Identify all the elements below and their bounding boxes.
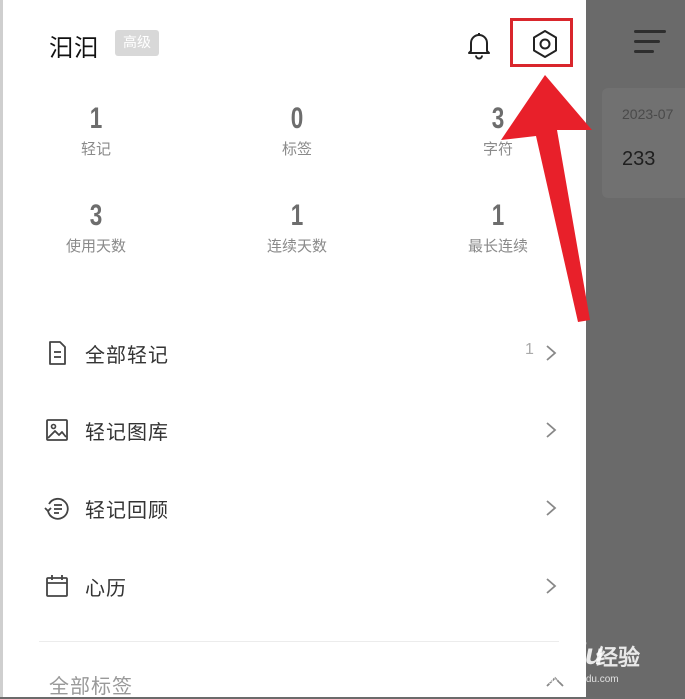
chevron-right-icon	[543, 339, 559, 367]
chevron-right-icon	[543, 494, 559, 522]
stat-tags: 0 标签	[237, 102, 357, 159]
menu-item-label: 心历	[85, 576, 127, 600]
stat-longest-streak: 1 最长连续	[438, 199, 558, 256]
stat-label: 标签	[281, 140, 312, 158]
stat-label: 最长连续	[467, 237, 528, 255]
note-date: 2023-07	[622, 106, 674, 122]
calendar-icon	[43, 572, 71, 600]
tags-section-title[interactable]: 全部标签	[49, 670, 133, 699]
stat-value: 3	[89, 199, 103, 232]
menu-item-calendar[interactable]: 心历	[39, 558, 569, 614]
divider	[39, 641, 559, 642]
stat-label: 连续天数	[266, 237, 327, 255]
menu-item-label: 轻记图库	[85, 420, 169, 444]
chevron-right-icon	[543, 416, 559, 444]
menu-item-count: 1	[525, 341, 534, 358]
stat-value: 3	[491, 102, 505, 135]
menu-item-all-notes[interactable]: 全部轻记 1	[39, 325, 569, 381]
hamburger-menu-icon[interactable]	[634, 24, 668, 58]
stat-label: 轻记	[80, 140, 111, 158]
stat-streak-days: 1 连续天数	[237, 199, 357, 256]
baidu-watermark: Baidu 经验 jingyan.baidu.com	[524, 632, 674, 688]
bell-icon[interactable]	[461, 26, 497, 62]
stat-value: 0	[290, 102, 304, 135]
document-icon	[43, 339, 71, 367]
username: 汩汩	[49, 34, 99, 62]
settings-highlight-box	[510, 18, 573, 67]
watermark-brand: Baidu	[524, 638, 603, 671]
stat-value: 1	[89, 102, 103, 135]
side-drawer: 汩汩 高级 1 轻记 0 标签 3 字符 3 使用天数 1 连续天数 1 最长连…	[0, 0, 586, 699]
stat-label: 字符	[482, 140, 513, 158]
stat-characters: 3 字符	[438, 102, 558, 159]
menu-item-review[interactable]: 轻记回顾	[39, 480, 569, 536]
watermark-url: jingyan.baidu.com	[538, 674, 619, 685]
menu-item-gallery[interactable]: 轻记图库	[39, 402, 569, 458]
image-icon	[43, 416, 71, 444]
background-app: 2023-07 233	[586, 0, 685, 697]
stat-value: 1	[491, 199, 505, 232]
stat-notes: 1 轻记	[36, 102, 156, 159]
stat-value: 1	[290, 199, 304, 232]
menu-item-label: 轻记回顾	[85, 498, 169, 522]
note-card[interactable]	[602, 88, 685, 198]
stat-days-used: 3 使用天数	[36, 199, 156, 256]
review-icon	[43, 494, 71, 522]
stat-label: 使用天数	[65, 237, 126, 255]
watermark-product: 经验	[596, 646, 641, 671]
menu-item-label: 全部轻记	[85, 343, 169, 367]
chevron-right-icon	[543, 572, 559, 600]
note-text: 233	[622, 148, 656, 170]
membership-badge: 高级	[115, 30, 159, 56]
